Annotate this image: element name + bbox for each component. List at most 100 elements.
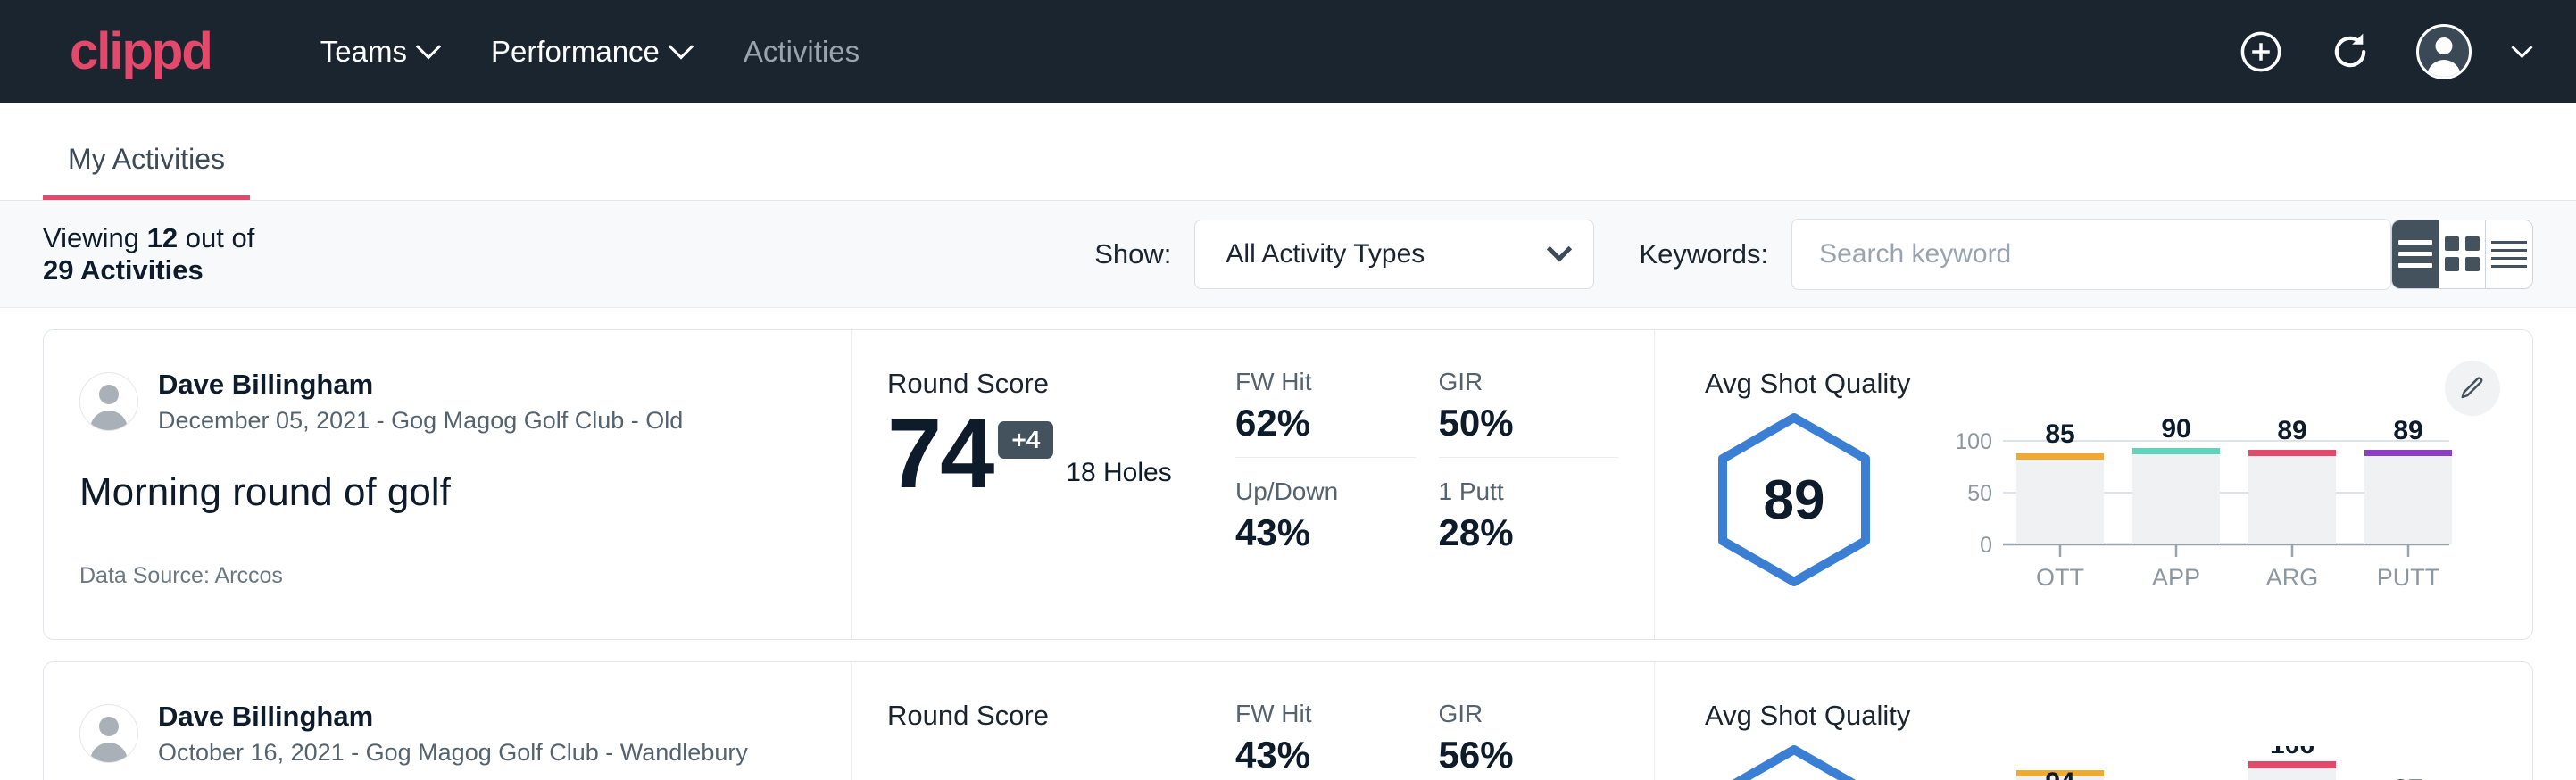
chevron-down-icon	[669, 34, 694, 59]
activity-card[interactable]: Dave Billingham December 05, 2021 - Gog …	[43, 329, 2533, 640]
round-score-column: Round Score 74 +4 18 Holes	[852, 330, 1235, 639]
quality-hexagon	[1705, 743, 1883, 780]
grid-view-button[interactable]	[2439, 220, 2486, 288]
top-navbar: clippd Teams Performance Activities	[0, 0, 2576, 103]
svg-text:50: 50	[1967, 481, 1992, 506]
avatar-head	[99, 385, 119, 404]
nav-label-teams: Teams	[320, 35, 407, 69]
player-name: Dave Billingham	[158, 368, 683, 402]
viewing-count: 12	[147, 222, 178, 253]
player-avatar	[79, 704, 138, 763]
stats-column: FW Hit 62% GIR 50% Up/Down 43% 1 Putt 28…	[1235, 330, 1655, 639]
shot-quality-bar-chart: 100 94 82 106 87	[1940, 746, 2461, 780]
score-to-par-badge: +4	[998, 421, 1053, 459]
avg-shot-quality-label: Avg Shot Quality	[1705, 700, 2461, 732]
stat-value: 43%	[1235, 511, 1416, 554]
view-toggle-group	[2391, 220, 2533, 289]
round-score-value: 74	[887, 409, 993, 499]
round-score-row: 74 +4 18 Holes	[887, 409, 1235, 499]
viewing-prefix: Viewing	[43, 222, 139, 253]
avatar-head	[2436, 37, 2453, 54]
avg-shot-quality-column: Avg Shot Quality 100 94	[1655, 662, 2532, 780]
stat-value: 62%	[1235, 402, 1416, 444]
round-score-column: Round Score	[852, 662, 1235, 780]
quality-hexagon: 89	[1705, 411, 1883, 589]
show-label: Show:	[1094, 238, 1171, 270]
holes-label: 18 Holes	[1066, 458, 1171, 488]
list-icon	[2398, 240, 2432, 268]
svg-text:ARG: ARG	[2266, 564, 2319, 591]
avg-shot-quality-column: Avg Shot Quality 89 100	[1655, 330, 2532, 639]
stat-fw-hit: FW Hit 43%	[1235, 700, 1416, 780]
account-avatar[interactable]	[2416, 24, 2472, 79]
activity-info-column: Dave Billingham October 16, 2021 - Gog M…	[44, 662, 852, 780]
keyword-search-group: Keywords:	[1639, 219, 2391, 290]
bar-chart-svg: 100 94 82 106 87	[1940, 746, 2458, 780]
compact-view-button[interactable]	[2486, 220, 2532, 288]
avg-shot-quality-label: Avg Shot Quality	[1705, 368, 2461, 400]
activity-meta: December 05, 2021 - Gog Magog Golf Club …	[158, 405, 683, 436]
tab-my-activities[interactable]: My Activities	[43, 143, 250, 200]
edit-activity-button[interactable]	[2445, 361, 2500, 416]
nav-item-teams[interactable]: Teams	[294, 26, 464, 78]
filter-bar: Viewing 12 out of 29 Activities Show: Al…	[0, 201, 2576, 308]
refresh-icon[interactable]	[2327, 29, 2373, 75]
avatar-head	[99, 717, 119, 736]
stat-one-putt: 1 Putt 28%	[1439, 477, 1619, 567]
viewing-total: 29 Activities	[43, 254, 204, 286]
stat-label: GIR	[1439, 700, 1619, 728]
keywords-label: Keywords:	[1639, 238, 1768, 270]
nav-item-activities[interactable]: Activities	[717, 26, 886, 78]
nav-item-performance[interactable]: Performance	[464, 26, 717, 78]
round-score-label: Round Score	[887, 700, 1235, 732]
player-header: Dave Billingham October 16, 2021 - Gog M…	[79, 700, 815, 768]
stats-column: FW Hit 43% GIR 56%	[1235, 662, 1655, 780]
svg-text:87: 87	[2393, 775, 2422, 780]
svg-text:89: 89	[2277, 416, 2306, 445]
svg-text:100: 100	[1955, 429, 1992, 454]
show-filter-group: Show: All Activity Types	[1094, 220, 1594, 289]
stat-gir: GIR 56%	[1439, 700, 1619, 780]
avatar-body	[90, 743, 128, 763]
avg-shot-quality-body: 100 94 82 106 87	[1705, 737, 2461, 780]
activity-card-list: Dave Billingham December 05, 2021 - Gog …	[0, 308, 2576, 780]
viewing-middle: out of	[186, 222, 255, 253]
svg-text:90: 90	[2161, 414, 2190, 444]
chevron-down-icon	[1547, 236, 1572, 261]
pencil-icon	[2459, 375, 2486, 402]
round-score-label: Round Score	[887, 368, 1235, 400]
stat-label: FW Hit	[1235, 700, 1416, 728]
stat-value: 43%	[1235, 734, 1416, 776]
activity-title: Morning round of golf	[79, 470, 815, 515]
quality-score-value: 89	[1705, 411, 1883, 589]
compact-list-icon	[2491, 241, 2527, 268]
stat-up-down: Up/Down 43%	[1235, 477, 1416, 567]
chevron-down-icon[interactable]	[2511, 37, 2532, 58]
activity-type-value: All Activity Types	[1226, 239, 1425, 270]
player-header: Dave Billingham December 05, 2021 - Gog …	[79, 368, 815, 436]
clippd-logo[interactable]: clippd	[70, 26, 212, 78]
svg-text:APP: APP	[2152, 564, 2200, 591]
bar-chart-svg: 100 50 0 85 OTT 90 APP	[1940, 414, 2458, 593]
avatar-body	[2427, 60, 2461, 79]
list-view-button[interactable]	[2392, 220, 2439, 288]
svg-text:106: 106	[2270, 746, 2314, 759]
stat-value: 50%	[1439, 402, 1619, 444]
viewing-summary: Viewing 12 out of 29 Activities	[43, 222, 291, 286]
svg-text:OTT: OTT	[2036, 564, 2084, 591]
chevron-down-icon	[416, 34, 441, 59]
search-input[interactable]	[1791, 219, 2391, 290]
stat-gir: GIR 50%	[1439, 368, 1619, 458]
avatar-body	[90, 411, 128, 431]
activity-type-select[interactable]: All Activity Types	[1194, 220, 1594, 289]
grid-icon	[2445, 236, 2480, 271]
activity-card[interactable]: Dave Billingham October 16, 2021 - Gog M…	[43, 661, 2533, 780]
add-circle-icon[interactable]	[2238, 29, 2284, 75]
avg-shot-quality-body: 89 100 50 0 85	[1705, 405, 2461, 597]
stat-label: FW Hit	[1235, 368, 1416, 396]
data-source-label: Data Source: Arccos	[79, 563, 815, 589]
svg-text:94: 94	[2045, 768, 2075, 780]
svg-text:89: 89	[2393, 416, 2422, 445]
stat-value: 56%	[1439, 734, 1619, 776]
nav-label-performance: Performance	[491, 35, 660, 69]
